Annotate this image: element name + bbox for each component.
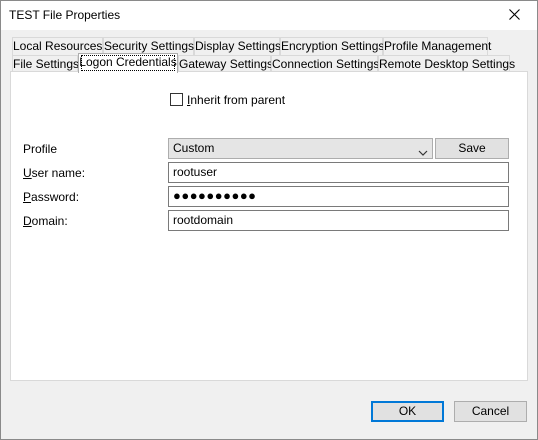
- password-input[interactable]: ●●●●●●●●●●: [168, 186, 509, 207]
- tab-label: Display Settings: [195, 39, 282, 53]
- tab-logon-credentials[interactable]: Logon Credentials: [78, 53, 178, 73]
- tab-label: Local Resources: [13, 39, 103, 53]
- tab-label: Encryption Settings: [281, 39, 385, 53]
- label-text: assword:: [31, 190, 80, 204]
- ok-button[interactable]: OK: [371, 401, 444, 422]
- tab-label: File Settings: [13, 57, 80, 71]
- domain-label: Domain:: [23, 214, 68, 228]
- hotkey-letter: D: [23, 214, 32, 228]
- tab-profile-management[interactable]: Profile Management: [383, 37, 492, 55]
- tab-label: Remote Desktop Settings: [379, 57, 516, 71]
- inherit-checkbox-row[interactable]: Inherit from parent: [170, 93, 285, 107]
- domain-input[interactable]: rootdomain: [168, 210, 509, 231]
- profile-label: Profile: [23, 142, 58, 156]
- close-icon: [508, 8, 520, 23]
- title-bar[interactable]: TEST File Properties: [1, 1, 537, 30]
- chevron-down-icon: [418, 144, 428, 163]
- default-button-highlight: [372, 402, 443, 421]
- focus-rectangle: [81, 55, 175, 71]
- tab-display-settings[interactable]: Display Settings: [194, 37, 282, 55]
- hotkey-letter: P: [23, 190, 32, 204]
- label-text: omain:: [31, 214, 68, 228]
- username-label: User name:: [23, 166, 85, 180]
- inherit-checkbox[interactable]: [170, 93, 183, 106]
- label-text: nherit from parent: [190, 92, 286, 107]
- username-input[interactable]: rootuser: [168, 162, 509, 183]
- tab-label: Gateway Settings: [179, 57, 274, 71]
- tab-label: Security Settings: [104, 39, 195, 53]
- hotkey-letter: U: [23, 166, 32, 180]
- cancel-button[interactable]: Cancel: [454, 401, 527, 422]
- tab-label: Connection Settings: [272, 57, 380, 71]
- close-button[interactable]: [491, 1, 537, 30]
- profile-value: Custom: [173, 141, 215, 155]
- tab-label: Profile Management: [384, 39, 492, 53]
- tab-encryption-settings[interactable]: Encryption Settings: [280, 37, 385, 55]
- save-button[interactable]: Save: [435, 138, 509, 159]
- inherit-label: Inherit from parent: [187, 93, 285, 107]
- password-label: Password:: [23, 190, 79, 204]
- label-text: ser name:: [31, 166, 86, 180]
- profile-dropdown[interactable]: Custom: [168, 138, 433, 159]
- window-title: TEST File Properties: [9, 8, 121, 22]
